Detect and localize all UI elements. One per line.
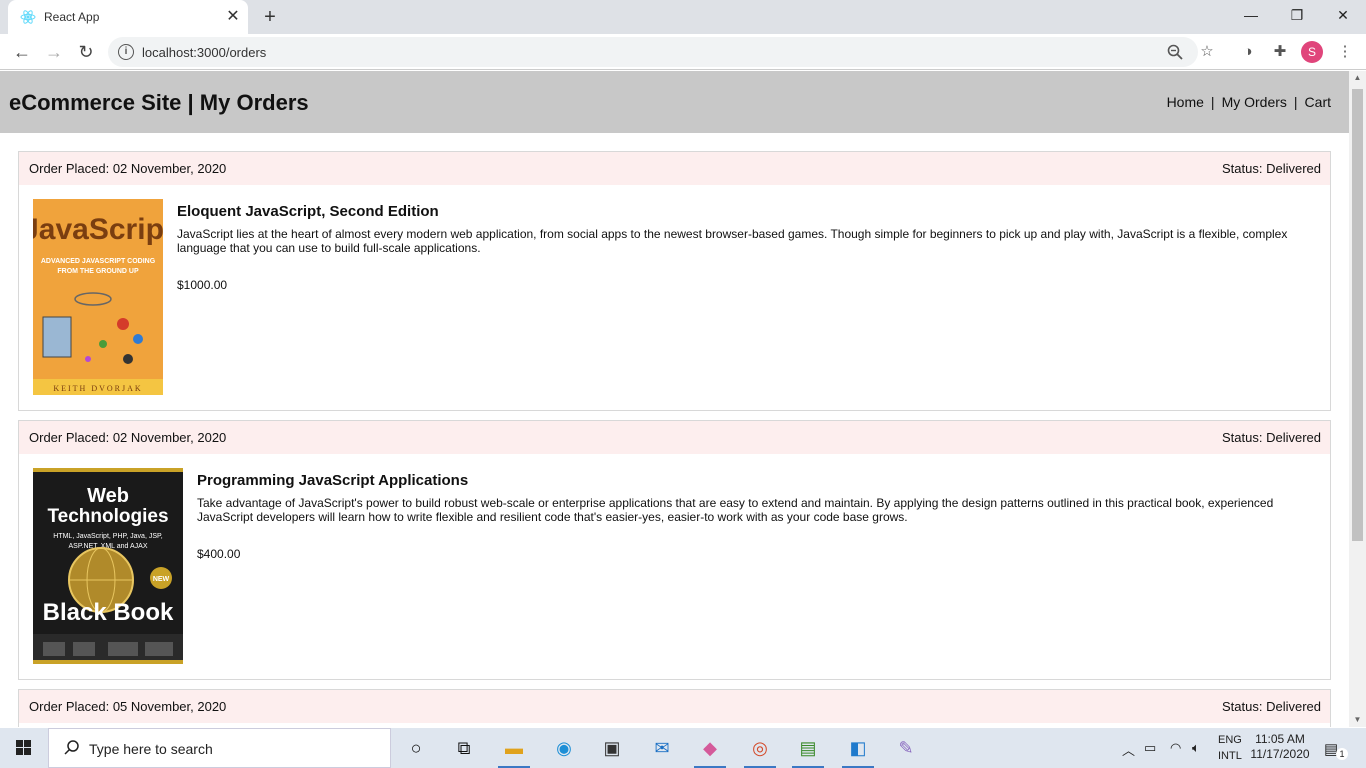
order-item: JavaScript ADVANCED JAVASCRIPT CODING FR… bbox=[19, 185, 1330, 410]
order-card: Order Placed: 02 November, 2020 Status: … bbox=[18, 420, 1331, 680]
search-placeholder: Type here to search bbox=[89, 741, 213, 757]
paint-icon[interactable]: ✎ bbox=[886, 732, 926, 764]
order-header: Order Placed: 05 November, 2020 Status: … bbox=[19, 690, 1330, 723]
volume-icon[interactable]: 🔈︎ bbox=[1192, 740, 1200, 756]
product-price: $400.00 bbox=[197, 547, 241, 561]
app-diamond-icon[interactable]: ◆ bbox=[690, 732, 730, 768]
site-header: eCommerce Site | My Orders Home | My Order… bbox=[0, 71, 1349, 133]
page-viewport: eCommerce Site | My Orders Home | My Order… bbox=[0, 71, 1349, 727]
tray-chevron-icon[interactable]: ︿ bbox=[1122, 740, 1135, 759]
svg-text:Black Book: Black Book bbox=[43, 599, 174, 626]
store-icon[interactable]: ▣ bbox=[592, 732, 632, 764]
taskbar-search-box[interactable]: Type here to search bbox=[48, 728, 391, 768]
site-info-icon[interactable]: i bbox=[118, 44, 134, 60]
lang-primary: ENG bbox=[1218, 734, 1242, 746]
zoom-icon[interactable] bbox=[1166, 43, 1184, 61]
file-explorer-icon[interactable]: ▬ bbox=[494, 732, 534, 768]
browser-menu-icon[interactable]: ⋮ bbox=[1335, 42, 1355, 62]
vscode-icon[interactable]: ◧ bbox=[838, 732, 878, 768]
product-description: JavaScript lies at the heart of almost e… bbox=[177, 227, 1288, 255]
extensions-puzzle-icon[interactable]: ✚ bbox=[1270, 42, 1290, 62]
new-tab-button[interactable]: + bbox=[258, 5, 282, 29]
wifi-icon[interactable]: ◠ bbox=[1170, 740, 1181, 756]
tab-strip: React App ✕ + — ❐ ✕ bbox=[0, 0, 1366, 34]
order-header: Order Placed: 02 November, 2020 Status: … bbox=[19, 421, 1330, 454]
product-title: Programming JavaScript Applications bbox=[197, 472, 469, 489]
order-card: Order Placed: 05 November, 2020 Status: … bbox=[18, 689, 1331, 727]
edge-icon[interactable]: ◉ bbox=[544, 732, 584, 764]
book-cover-image[interactable]: JavaScript ADVANCED JAVASCRIPT CODING FR… bbox=[33, 199, 163, 395]
product-description: Take advantage of JavaScript's power to … bbox=[197, 496, 1274, 524]
clock-time: 11:05 AM bbox=[1255, 732, 1305, 746]
order-placed-date: Order Placed: 05 November, 2020 bbox=[29, 699, 227, 714]
nav-separator: | bbox=[1210, 94, 1215, 110]
clock-date: 11/17/2020 bbox=[1250, 747, 1310, 761]
url-text[interactable]: localhost:3000/orders bbox=[142, 45, 266, 60]
order-status: Status: Delivered bbox=[1222, 699, 1321, 714]
browser-toolbar: ← → ↻ i localhost:3000/orders ☆ ◑ ✚ S ⋮ bbox=[0, 34, 1366, 70]
maximize-button[interactable]: ❐ bbox=[1274, 0, 1320, 30]
windows-start-icon[interactable] bbox=[0, 728, 48, 768]
scroll-up-icon[interactable]: ▲ bbox=[1349, 71, 1366, 85]
task-view-icon[interactable]: ⧉ bbox=[444, 732, 484, 764]
address-bar[interactable]: i localhost:3000/orders ☆ bbox=[108, 37, 1214, 67]
svg-text:FROM THE GROUND UP: FROM THE GROUND UP bbox=[57, 268, 139, 275]
product-title: Eloquent JavaScript, Second Edition bbox=[177, 203, 439, 220]
notification-badge: 1 bbox=[1336, 748, 1348, 760]
site-nav: Home | My Orders | Cart bbox=[1167, 94, 1331, 110]
browser-tab[interactable]: React App ✕ bbox=[8, 0, 248, 34]
react-icon bbox=[20, 10, 36, 24]
extension-circle-icon[interactable]: ◑ bbox=[1238, 42, 1258, 62]
close-window-button[interactable]: ✕ bbox=[1320, 0, 1366, 30]
order-placed-date: Order Placed: 02 November, 2020 bbox=[29, 430, 227, 445]
order-item: Web Technologies HTML, JavaScript, PHP, … bbox=[19, 454, 1330, 679]
chrome-icon[interactable]: ◎ bbox=[740, 732, 780, 768]
minimize-button[interactable]: — bbox=[1228, 0, 1274, 30]
notepad-icon[interactable]: ▤ bbox=[788, 732, 828, 768]
tab-title: React App bbox=[44, 10, 100, 24]
lang-secondary: INTL bbox=[1218, 750, 1242, 762]
svg-text:ADVANCED JAVASCRIPT CODING: ADVANCED JAVASCRIPT CODING bbox=[41, 258, 156, 265]
nav-separator: | bbox=[1293, 94, 1298, 110]
scroll-thumb[interactable] bbox=[1352, 89, 1363, 541]
order-status: Status: Delivered bbox=[1222, 430, 1321, 445]
svg-text:Web: Web bbox=[87, 485, 129, 507]
tab-close-icon[interactable]: ✕ bbox=[224, 8, 242, 26]
reload-icon[interactable]: ↻ bbox=[74, 40, 98, 64]
back-icon[interactable]: ← bbox=[10, 40, 34, 64]
order-placed-date: Order Placed: 02 November, 2020 bbox=[29, 161, 227, 176]
svg-text:JavaScript: JavaScript bbox=[33, 213, 163, 246]
taskbar-clock[interactable]: 11:05 AM 11/17/2020 bbox=[1250, 732, 1310, 762]
nav-home-link[interactable]: Home bbox=[1167, 94, 1204, 110]
windows-taskbar: Type here to search ○ ⧉ ▬ ◉ ▣ ✉ ◆ ◎ ▤ ◧ … bbox=[0, 728, 1366, 768]
scroll-down-icon[interactable]: ▼ bbox=[1349, 713, 1366, 727]
nav-my-orders-link[interactable]: My Orders bbox=[1222, 94, 1287, 110]
order-header: Order Placed: 02 November, 2020 Status: … bbox=[19, 152, 1330, 185]
svg-text:NEW: NEW bbox=[153, 576, 170, 583]
profile-avatar[interactable]: S bbox=[1301, 41, 1323, 63]
svg-text:Technologies: Technologies bbox=[47, 506, 168, 527]
order-status: Status: Delivered bbox=[1222, 161, 1321, 176]
book-cover-image[interactable]: Web Technologies HTML, JavaScript, PHP, … bbox=[33, 468, 183, 664]
product-price: $1000.00 bbox=[177, 278, 228, 292]
bookmark-star-icon[interactable]: ☆ bbox=[1198, 43, 1216, 61]
battery-icon[interactable]: ▭ bbox=[1144, 740, 1156, 756]
svg-text:HTML, JavaScript, PHP, Java, J: HTML, JavaScript, PHP, Java, JSP, bbox=[53, 533, 163, 540]
mail-icon[interactable]: ✉ bbox=[642, 732, 682, 764]
cortana-icon[interactable]: ○ bbox=[396, 732, 436, 764]
order-card: Order Placed: 02 November, 2020 Status: … bbox=[18, 151, 1331, 411]
page-scrollbar[interactable]: ▲ ▼ bbox=[1349, 71, 1366, 727]
language-indicator[interactable]: ENG INTL bbox=[1218, 732, 1242, 764]
svg-text:KEITH DVORJAK: KEITH DVORJAK bbox=[53, 384, 142, 393]
search-icon bbox=[64, 740, 79, 755]
forward-icon[interactable]: → bbox=[42, 40, 66, 64]
nav-cart-link[interactable]: Cart bbox=[1305, 94, 1331, 110]
page-title: eCommerce Site | My Orders bbox=[9, 90, 309, 115]
